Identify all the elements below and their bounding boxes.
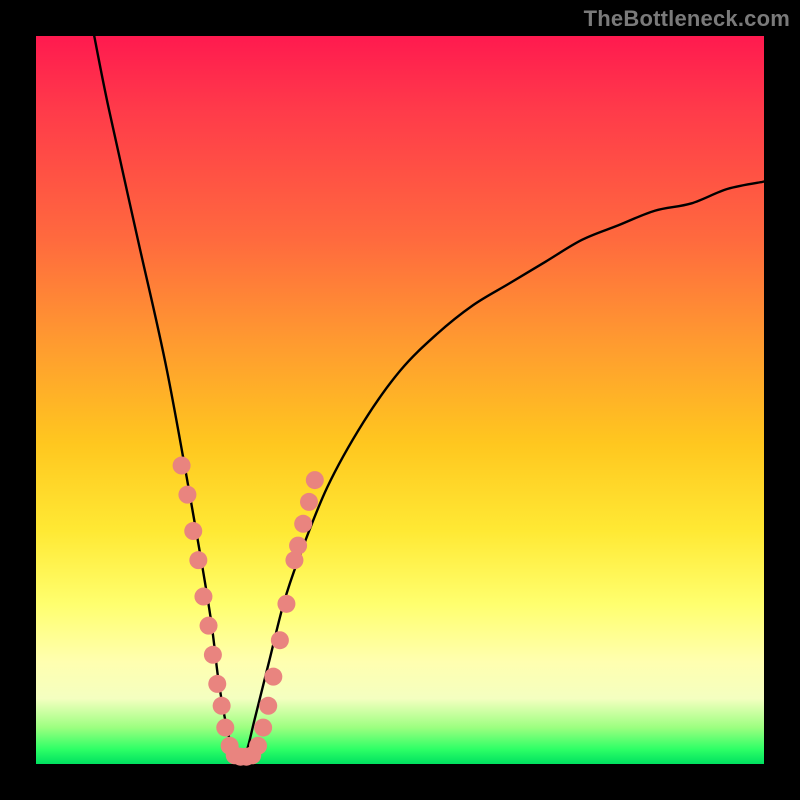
highlight-dot <box>208 675 226 693</box>
highlight-dot <box>271 631 289 649</box>
highlight-dot <box>216 719 234 737</box>
chart-svg <box>36 36 764 764</box>
highlight-dot <box>300 493 318 511</box>
highlight-dot <box>306 471 324 489</box>
highlight-dot <box>294 515 312 533</box>
highlight-dot <box>259 697 277 715</box>
highlight-dot <box>173 457 191 475</box>
watermark-text: TheBottleneck.com <box>584 6 790 32</box>
highlight-dot <box>264 668 282 686</box>
highlight-dot <box>189 551 207 569</box>
highlight-dot <box>213 697 231 715</box>
highlight-dot <box>289 537 307 555</box>
highlight-dot <box>194 588 212 606</box>
chart-container: TheBottleneck.com <box>0 0 800 800</box>
highlight-dot <box>277 595 295 613</box>
highlight-dot <box>204 646 222 664</box>
highlight-dot <box>254 719 272 737</box>
highlight-dot <box>178 486 196 504</box>
bottleneck-curve <box>94 36 764 764</box>
plot-area <box>36 36 764 764</box>
highlight-dots-group <box>173 457 324 766</box>
highlight-dot <box>200 617 218 635</box>
highlight-dot <box>184 522 202 540</box>
highlight-dot <box>249 737 267 755</box>
